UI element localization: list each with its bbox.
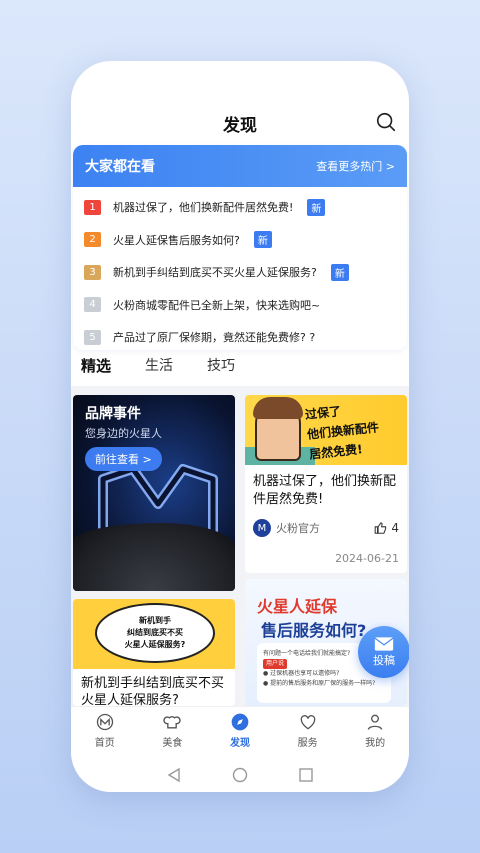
tab-tips[interactable]: 技巧 [207, 355, 235, 385]
tab-featured[interactable]: 精选 [81, 355, 111, 393]
new-badge: 新 [330, 263, 349, 281]
article-card[interactable]: 过保了 他们换新配件 居然免费! 机器过保了，他们换新配件居然免费! M 火粉官… [245, 395, 407, 573]
like-count: 4 [391, 521, 399, 535]
cover-headline-2: 售后服务如何? [261, 621, 367, 640]
speech-bubble: 新机到手 纠结到底买不买 火星人延保服务? [95, 603, 215, 663]
phone-screen: 发现 大家都在看 查看更多热门 > 1 机器过保了，他们换新配件居然免费! 新 … [71, 61, 409, 792]
hot-item[interactable]: 4 火粉商城零配件已全新上架，快来选购吧~ [73, 289, 407, 322]
recents-icon[interactable] [298, 767, 314, 783]
chef-hat-icon [163, 716, 182, 729]
cover-headline: 过保了 他们换新配件 居然免费! [304, 404, 380, 462]
tab-life[interactable]: 生活 [145, 355, 173, 385]
page-title: 发现 [223, 116, 257, 136]
top-bar: 发现 [71, 61, 409, 145]
hot-item-text: 产品过了原厂保修期，竟然还能免费修? ? [113, 331, 316, 345]
rank-badge: 4 [84, 297, 101, 313]
article-cover: 新机到手 纠结到底买不买 火星人延保服务? [73, 599, 235, 669]
brand-event-card[interactable]: 品牌事件 您身边的火星人 前往查看 > [73, 395, 235, 591]
article-cover: 过保了 他们换新配件 居然免费! [245, 395, 407, 465]
article-title: 机器过保了，他们换新配件居然免费! [253, 474, 397, 507]
thumbs-up-icon [375, 522, 387, 534]
hot-panel-title: 大家都在看 [85, 159, 155, 175]
see-more-hot-link[interactable]: 查看更多热门 > [316, 158, 395, 174]
hot-panel-header: 大家都在看 查看更多热门 > [73, 145, 407, 187]
system-nav-bar [71, 758, 409, 792]
post-label: 投稿 [373, 654, 395, 667]
nav-profile[interactable]: 我的 [341, 707, 409, 756]
heart-icon [300, 715, 315, 730]
search-icon[interactable] [375, 111, 397, 133]
user-icon [367, 714, 383, 730]
article-card[interactable]: 新机到手 纠结到底买不买 火星人延保服务? 新机到手纠结到底买不买火星人延保服务… [73, 599, 235, 706]
nav-service[interactable]: 服务 [274, 707, 342, 756]
rank-badge: 5 [84, 329, 101, 345]
author-name: 火粉官方 [276, 522, 320, 535]
hot-item[interactable]: 2 火星人延保售后服务如何? 新 [73, 224, 407, 257]
brand-card-subtitle: 您身边的火星人 [85, 427, 162, 440]
nav-food[interactable]: 美食 [139, 707, 207, 756]
view-brand-button[interactable]: 前往查看 > [85, 447, 162, 471]
hot-item-text: 机器过保了，他们换新配件居然免费! [113, 201, 294, 215]
compass-icon [231, 713, 249, 731]
home-icon [96, 713, 113, 731]
hot-item-text: 火星人延保售后服务如何? [113, 233, 240, 247]
envelope-icon [374, 637, 394, 651]
rank-badge: 3 [84, 264, 101, 280]
hot-item-text: 火粉商城零配件已全新上架，快来选购吧~ [113, 298, 321, 312]
post-button[interactable]: 投稿 [358, 626, 409, 678]
hot-item[interactable]: 5 产品过了原厂保修期，竟然还能免费修? ? [73, 321, 407, 350]
like-button[interactable]: 4 [374, 521, 399, 535]
bottom-nav: 首页 美食 发现 服务 我的 [71, 706, 409, 756]
hot-item[interactable]: 1 机器过保了，他们换新配件居然免费! 新 [73, 191, 407, 224]
category-tabs: 精选 生活 技巧 [81, 355, 269, 393]
new-badge: 新 [253, 231, 272, 249]
hot-list: 1 机器过保了，他们换新配件居然免费! 新 2 火星人延保售后服务如何? 新 3… [73, 187, 407, 350]
article-meta: M 火粉官方 4 [245, 509, 407, 537]
author-avatar: M [253, 519, 271, 537]
rock-graphic [73, 523, 235, 591]
back-icon[interactable] [166, 767, 182, 783]
hot-panel: 大家都在看 查看更多热门 > 1 机器过保了，他们换新配件居然免费! 新 2 火… [73, 145, 407, 350]
brand-card-title: 品牌事件 [85, 406, 141, 422]
rank-badge: 1 [84, 199, 101, 215]
article-date: 2024-06-21 [335, 552, 399, 565]
nav-discover[interactable]: 发现 [206, 707, 274, 756]
cartoon-hair [253, 397, 303, 419]
cover-headline-1: 火星人延保 [257, 597, 338, 616]
new-badge: 新 [307, 198, 326, 216]
hot-item-text: 新机到手纠结到底买不买火星人延保服务? [113, 266, 317, 280]
article-title: 新机到手纠结到底买不买火星人延保服务? [81, 676, 225, 706]
rank-badge: 2 [84, 232, 101, 248]
hot-item[interactable]: 3 新机到手纠结到底买不买火星人延保服务? 新 [73, 256, 407, 289]
home-circle-icon[interactable] [232, 767, 248, 783]
nav-home[interactable]: 首页 [71, 707, 139, 756]
